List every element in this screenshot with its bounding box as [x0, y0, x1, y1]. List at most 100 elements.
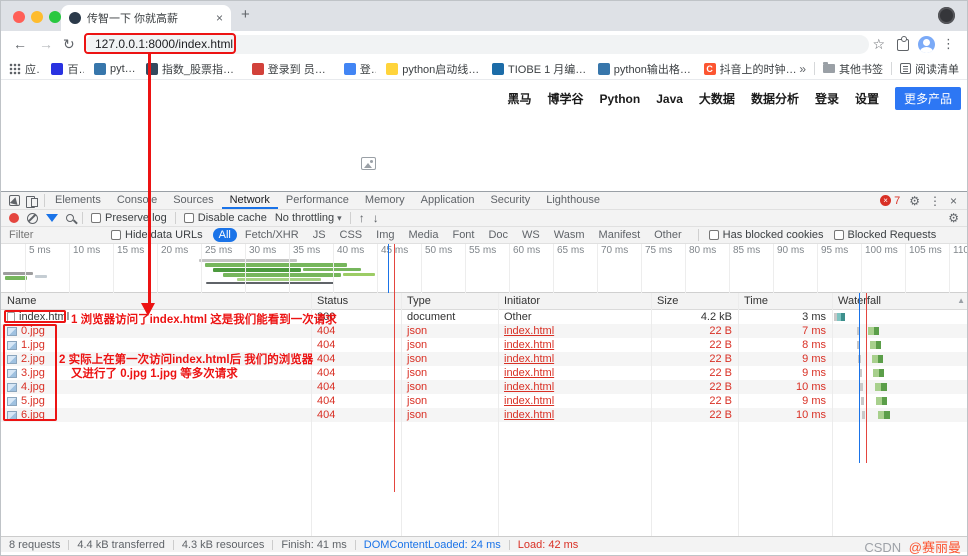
filter-pill-ws[interactable]: WS	[516, 228, 546, 242]
tab-performance[interactable]: Performance	[278, 192, 357, 209]
scrollbar-up-icon[interactable]: ▲	[957, 296, 965, 305]
tab-application[interactable]: Application	[413, 192, 483, 209]
page-nav-link--[interactable]: 黑马	[508, 90, 532, 107]
page-nav-link--[interactable]: 大数据	[699, 90, 735, 107]
initiator-link[interactable]: index.html	[504, 367, 554, 379]
timeline-overview[interactable]	[1, 256, 967, 293]
filter-pill-css[interactable]: CSS	[334, 228, 369, 242]
page-nav-link--[interactable]: 博学谷	[548, 90, 584, 107]
export-har-icon[interactable]: ↓	[373, 212, 379, 224]
tab-lighthouse[interactable]: Lighthouse	[538, 192, 608, 209]
bookmarks-overflow-chevron-icon[interactable]: »	[799, 62, 806, 76]
extensions-puzzle-icon[interactable]	[897, 39, 909, 51]
hide-data-urls-checkbox[interactable]: Hide data URLs	[111, 229, 203, 241]
request-row[interactable]: 5.jpg404jsonindex.html22 B9 ms	[1, 394, 967, 408]
initiator-link[interactable]: index.html	[504, 409, 554, 421]
throttling-dropdown[interactable]: No throttling ▾	[275, 212, 342, 224]
tab-network[interactable]: Network	[222, 192, 278, 209]
initiator-link[interactable]: index.html	[504, 339, 554, 351]
inspect-element-icon[interactable]	[9, 195, 20, 206]
profile-icon[interactable]	[938, 7, 955, 24]
tab-close-icon[interactable]: ×	[216, 11, 223, 25]
column-header-waterfall[interactable]: Waterfall	[832, 293, 967, 309]
filter-pill-fetch-xhr[interactable]: Fetch/XHR	[239, 228, 305, 242]
initiator-link[interactable]: index.html	[504, 353, 554, 365]
import-har-icon[interactable]: ↑	[359, 212, 365, 224]
bookmark-item[interactable]: python启动线程警...	[386, 61, 482, 77]
bookmark-star-icon[interactable]: ☆	[872, 36, 885, 52]
filter-pill-other[interactable]: Other	[648, 228, 688, 242]
tab-sources[interactable]: Sources	[165, 192, 221, 209]
profile-avatar-icon[interactable]	[918, 36, 935, 53]
filter-pill-wasm[interactable]: Wasm	[548, 228, 591, 242]
network-settings-gear-icon[interactable]: ⚙	[948, 212, 959, 224]
page-nav-link--[interactable]: 登录	[815, 90, 839, 107]
blocked-requests-checkbox[interactable]: Blocked Requests	[834, 229, 937, 241]
column-header-time[interactable]: Time	[738, 293, 832, 309]
bookmark-item[interactable]: 登录到 员工中心	[252, 61, 334, 77]
console-error-badge[interactable]: × 7	[880, 195, 900, 207]
tab-security[interactable]: Security	[482, 192, 538, 209]
column-header-status[interactable]: Status	[311, 293, 401, 309]
column-header-initiator[interactable]: Initiator	[498, 293, 651, 309]
devtools-close-icon[interactable]: ×	[950, 195, 957, 207]
close-window-button[interactable]	[13, 11, 25, 23]
browser-menu-kebab-icon[interactable]: ⋮	[942, 36, 955, 52]
reload-icon[interactable]: ↻	[63, 36, 75, 52]
request-row[interactable]: 4.jpg404jsonindex.html22 B10 ms	[1, 380, 967, 394]
forward-icon[interactable]: →	[39, 36, 53, 52]
page-nav-link--[interactable]: 数据分析	[751, 90, 799, 107]
initiator-link[interactable]: index.html	[504, 381, 554, 393]
page-nav-link-python[interactable]: Python	[600, 92, 641, 106]
filter-input[interactable]	[9, 229, 101, 241]
search-icon[interactable]	[66, 214, 74, 222]
fullscreen-window-button[interactable]	[49, 11, 61, 23]
record-button[interactable]	[9, 213, 19, 223]
has-blocked-cookies-checkbox[interactable]: Has blocked cookies	[709, 229, 824, 241]
new-tab-button[interactable]: +	[241, 6, 250, 23]
filter-pill-media[interactable]: Media	[403, 228, 445, 242]
page-nav-link--[interactable]: 设置	[855, 90, 879, 107]
tab-memory[interactable]: Memory	[357, 192, 413, 209]
bookmark-item[interactable]: 指数_股票指数_全...	[146, 61, 242, 77]
filter-pill-js[interactable]: JS	[307, 228, 332, 242]
other-bookmarks-label: 其他书签	[839, 61, 883, 77]
timeline-gridline	[685, 244, 686, 293]
tab-console[interactable]: Console	[109, 192, 165, 209]
reading-list-button[interactable]: 阅读清单	[900, 61, 959, 77]
column-header-size[interactable]: Size	[651, 293, 738, 309]
bookmark-item[interactable]: 百度	[51, 61, 83, 77]
page-nav-link-java[interactable]: Java	[656, 92, 683, 106]
bookmark-item[interactable]: 登录	[344, 61, 376, 77]
column-header-type[interactable]: Type	[401, 293, 498, 309]
back-icon[interactable]: ←	[13, 36, 27, 52]
tab-elements[interactable]: Elements	[47, 192, 109, 209]
timeline-tick-label: 95 ms	[821, 245, 848, 256]
request-row[interactable]: 6.jpg404jsonindex.html22 B10 ms	[1, 408, 967, 422]
filter-funnel-icon[interactable]	[46, 214, 58, 222]
request-row[interactable]: 1.jpg404jsonindex.html22 B8 ms	[1, 338, 967, 352]
bookmark-item[interactable]: TIOBE 1 月编程语...	[492, 61, 588, 77]
clear-icon[interactable]	[27, 213, 38, 224]
initiator-link[interactable]: index.html	[504, 325, 554, 337]
filter-pill-font[interactable]: Font	[446, 228, 480, 242]
browser-tab[interactable]: 传智一下 你就高薪 ×	[61, 5, 231, 31]
bookmark-item[interactable]: python	[94, 63, 136, 75]
bookmark-item[interactable]: python输出格式对...	[598, 61, 694, 77]
device-toolbar-icon[interactable]	[26, 195, 38, 207]
bookmark-item[interactable]: C抖音上的时钟屏保...	[704, 61, 800, 77]
column-header-name[interactable]: Name	[1, 293, 311, 309]
devtools-settings-gear-icon[interactable]: ⚙	[909, 195, 920, 207]
filter-pill-all[interactable]: All	[213, 228, 237, 242]
filter-pill-doc[interactable]: Doc	[482, 228, 514, 242]
initiator-link[interactable]: index.html	[504, 395, 554, 407]
disable-cache-checkbox[interactable]: Disable cache	[184, 212, 267, 224]
bookmark-item[interactable]: 应用	[9, 61, 41, 77]
more-products-button[interactable]: 更多产品	[895, 87, 961, 110]
filter-pill-manifest[interactable]: Manifest	[593, 228, 647, 242]
filter-pill-img[interactable]: Img	[370, 228, 400, 242]
preserve-log-checkbox[interactable]: Preserve log	[91, 212, 167, 224]
devtools-menu-kebab-icon[interactable]: ⋮	[929, 195, 941, 207]
other-bookmarks-button[interactable]: 其他书签	[823, 61, 883, 77]
minimize-window-button[interactable]	[31, 11, 43, 23]
